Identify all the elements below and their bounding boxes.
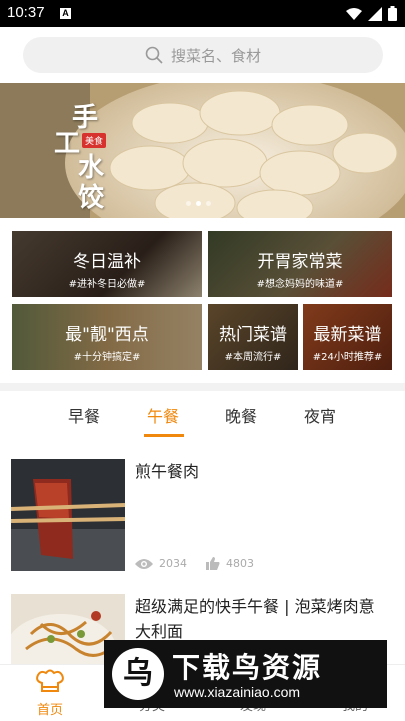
category-newest-recipes[interactable]: 最新菜谱 #24小时推荐#	[303, 304, 392, 370]
recipe-thumbnail	[11, 459, 125, 571]
meal-tabs: 早餐 午餐 晚餐 夜宵	[0, 391, 405, 439]
category-subtitle: #24小时推荐#	[312, 352, 383, 363]
category-popular-recipes[interactable]: 热门菜谱 #本周流行#	[208, 304, 298, 370]
eye-icon	[135, 558, 153, 569]
recipe-likes[interactable]: 4803	[206, 557, 254, 570]
tab-indicator	[144, 434, 184, 437]
category-title: 冬日温补	[73, 252, 141, 272]
status-bar: 10:37 A	[0, 0, 405, 27]
thumbs-up-icon	[206, 557, 220, 570]
category-winter-tonic[interactable]: 冬日温补 #进补冬日必做#	[12, 231, 202, 297]
tab-dinner[interactable]: 晚餐	[225, 403, 257, 427]
app-notification-icon: A	[60, 8, 71, 19]
chef-hat-icon	[36, 669, 64, 692]
status-icons	[346, 6, 397, 21]
wifi-icon	[346, 7, 362, 20]
banner-char-4: 饺	[78, 183, 105, 213]
category-desserts[interactable]: 最"靓"西点 #十分钟搞定#	[12, 304, 202, 370]
signal-icon	[368, 6, 382, 21]
watermark-title: 下载鸟资源	[172, 651, 323, 684]
watermark-overlay: 乌 下载鸟资源 www.xiazainiao.com	[104, 640, 387, 708]
banner-char-2: 工	[54, 129, 81, 159]
views-count: 2034	[159, 557, 187, 570]
watermark-url: www.xiazainiao.com	[174, 684, 301, 700]
nav-home[interactable]: 首页	[10, 669, 90, 718]
spam-image	[11, 459, 125, 571]
category-title: 最"靓"西点	[65, 325, 149, 345]
tab-breakfast[interactable]: 早餐	[68, 403, 100, 427]
search-icon	[145, 46, 163, 64]
tab-late-night[interactable]: 夜宵	[304, 403, 336, 427]
category-subtitle: #十分钟搞定#	[73, 352, 141, 363]
recipe-title: 煎午餐肉	[135, 462, 200, 481]
search-input[interactable]: 搜菜名、食材	[23, 37, 383, 73]
category-title: 开胃家常菜	[257, 252, 343, 272]
recipe-views: 2034	[135, 557, 187, 570]
tab-lunch[interactable]: 午餐	[147, 403, 179, 427]
category-subtitle: #进补冬日必做#	[68, 279, 146, 290]
carousel-dot	[206, 201, 211, 206]
section-divider	[0, 383, 405, 391]
category-title: 热门菜谱	[219, 325, 287, 345]
search-placeholder: 搜菜名、食材	[170, 46, 261, 65]
category-home-dishes[interactable]: 开胃家常菜 #想念妈妈的味道#	[208, 231, 392, 297]
banner-tag: 美食	[82, 133, 107, 148]
carousel-dot-active	[196, 201, 201, 206]
recipe-title: 超级满足的快手午餐 | 泡菜烤肉意大利面	[135, 597, 375, 641]
banner-carousel[interactable]: 手 工 水 饺 美食	[0, 83, 405, 218]
watermark-logo: 乌	[112, 648, 164, 700]
status-time: 10:37	[7, 4, 45, 21]
recipe-item[interactable]: 煎午餐肉 2034 4803	[0, 459, 405, 574]
nav-label: 首页	[36, 703, 63, 718]
carousel-indicator	[186, 201, 211, 206]
search-header: 搜菜名、食材	[0, 27, 405, 83]
category-subtitle: #本周流行#	[224, 352, 282, 363]
battery-icon	[388, 6, 397, 21]
carousel-dot	[186, 201, 191, 206]
category-subtitle: #想念妈妈的味道#	[256, 279, 344, 290]
likes-count: 4803	[226, 557, 254, 570]
category-title: 最新菜谱	[313, 325, 382, 345]
